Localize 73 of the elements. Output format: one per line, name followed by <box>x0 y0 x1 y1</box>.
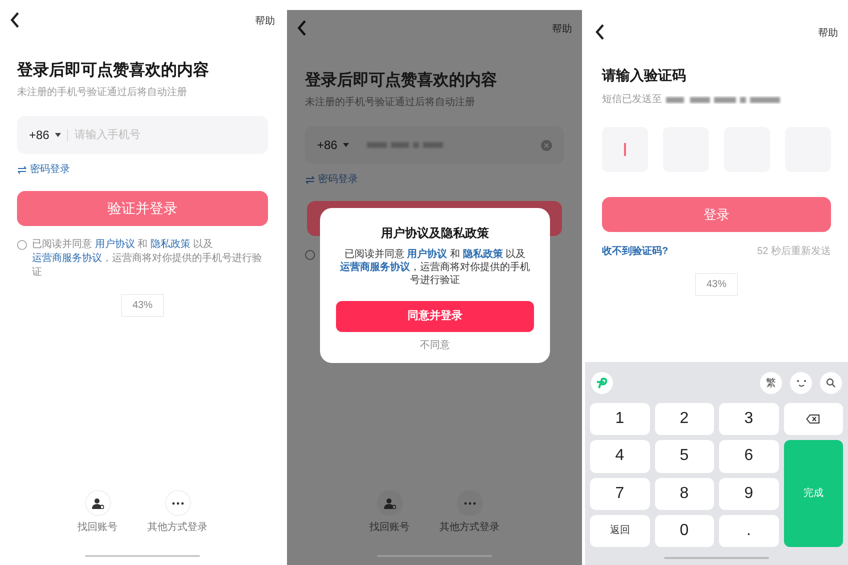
agreement-link[interactable]: 用户协议 <box>94 239 135 250</box>
agreement-checkbox[interactable] <box>17 240 27 250</box>
dialog-text: 已阅读并同意 用户协议 和 隐私政策 以及 运营商服务协议，运营商将对你提供的手机号进行验证 <box>339 248 531 287</box>
back-icon[interactable] <box>595 24 605 40</box>
person-icon <box>92 498 104 508</box>
dialog-title: 用户协议及隐私政策 <box>381 225 489 242</box>
password-login-link[interactable]: 密码登录 <box>318 172 358 187</box>
decline-button[interactable]: 不同意 <box>420 338 450 353</box>
digit-key[interactable]: 9 <box>719 478 778 510</box>
clear-icon[interactable] <box>541 140 552 150</box>
help-link[interactable]: 帮助 <box>818 26 838 41</box>
bottom-action[interactable]: 其他方式登录 <box>440 490 500 535</box>
emoji-button[interactable] <box>790 372 812 394</box>
digit-key[interactable]: 0 <box>654 514 714 547</box>
more-icon <box>172 502 184 504</box>
page-title: 登录后即可点赞喜欢的内容 <box>16 60 210 81</box>
search-icon <box>826 378 836 388</box>
swap-icon <box>305 176 315 184</box>
app-logo-icon[interactable] <box>591 372 613 394</box>
country-code[interactable]: +86 <box>317 136 338 154</box>
back-icon[interactable] <box>10 12 20 28</box>
text-cursor <box>624 143 626 156</box>
agreement-link[interactable]: 用户协议 <box>407 249 448 260</box>
agreement-link[interactable]: 隐私政策 <box>462 249 503 260</box>
traditional-chinese-button[interactable]: 繁 <box>760 372 782 394</box>
caret-icon <box>343 143 350 147</box>
password-login-link[interactable]: 密码登录 <box>30 162 70 177</box>
digit-key[interactable]: 2 <box>654 403 714 436</box>
digit-key[interactable]: 8 <box>654 478 714 510</box>
page-title: 登录后即可点赞喜欢的内容 <box>304 70 498 91</box>
agree-button[interactable]: 同意并登录 <box>336 301 534 332</box>
phone-field[interactable]: +86 <box>305 126 564 164</box>
digit-key[interactable]: 5 <box>654 440 714 472</box>
progress-label: 43% <box>695 273 738 296</box>
bottom-action[interactable]: 其他方式登录 <box>148 490 208 535</box>
agreement-link[interactable]: 运营商服务协议 <box>340 262 410 273</box>
digit-key[interactable]: 1 <box>590 403 650 436</box>
digit-key[interactable]: 3 <box>719 403 778 436</box>
backspace-icon <box>806 414 820 424</box>
swap-icon <box>17 166 27 174</box>
logo-drawing <box>596 377 608 389</box>
login-button[interactable]: 登录 <box>602 197 831 232</box>
submit-button[interactable]: 验证并登录 <box>17 191 268 226</box>
sent-to-text: 短信已发送至 <box>602 93 662 107</box>
agreement-link[interactable]: 运营商服务协议 <box>32 253 102 264</box>
digit-key[interactable]: 6 <box>719 440 778 472</box>
no-code-link[interactable]: 收不到验证码? <box>602 244 668 259</box>
caret-icon <box>55 133 62 137</box>
countdown-text: 52 秒后重新发送 <box>757 244 831 259</box>
more-icon <box>464 502 476 504</box>
help-link[interactable]: 帮助 <box>552 22 572 37</box>
progress-label: 43% <box>121 294 164 317</box>
phone-field[interactable]: +86 请输入手机号 <box>17 116 268 154</box>
subtitle: 未注册的手机号验证通过后将自动注册 <box>16 86 188 100</box>
agreement-link[interactable]: 隐私政策 <box>150 239 190 250</box>
agreement-checkbox[interactable] <box>305 250 315 260</box>
backspace-key[interactable] <box>784 403 843 436</box>
bottom-action[interactable]: 找回账号 <box>370 490 410 535</box>
code-input-box[interactable] <box>602 127 648 172</box>
digit-key[interactable]: 4 <box>590 440 650 472</box>
face-icon <box>796 378 806 388</box>
bottom-action[interactable]: 找回账号 <box>78 490 118 535</box>
subtitle: 未注册的手机号验证通过后将自动注册 <box>304 96 476 110</box>
search-button[interactable] <box>820 372 842 394</box>
digit-key[interactable]: 7 <box>590 478 650 510</box>
digit-key[interactable]: . <box>719 514 778 547</box>
help-link[interactable]: 帮助 <box>255 14 275 29</box>
phone-input[interactable]: 请输入手机号 <box>74 126 256 144</box>
page-title: 请输入验证码 <box>600 66 687 85</box>
country-code[interactable]: +86 <box>29 126 50 144</box>
person-icon <box>384 498 396 508</box>
back-key[interactable]: 返回 <box>590 514 650 547</box>
agreement-text: 已阅读并同意 用户协议 和 隐私政策 以及 运营商服务协议，运营商将对你提供的手机号进行验证 <box>32 238 263 280</box>
